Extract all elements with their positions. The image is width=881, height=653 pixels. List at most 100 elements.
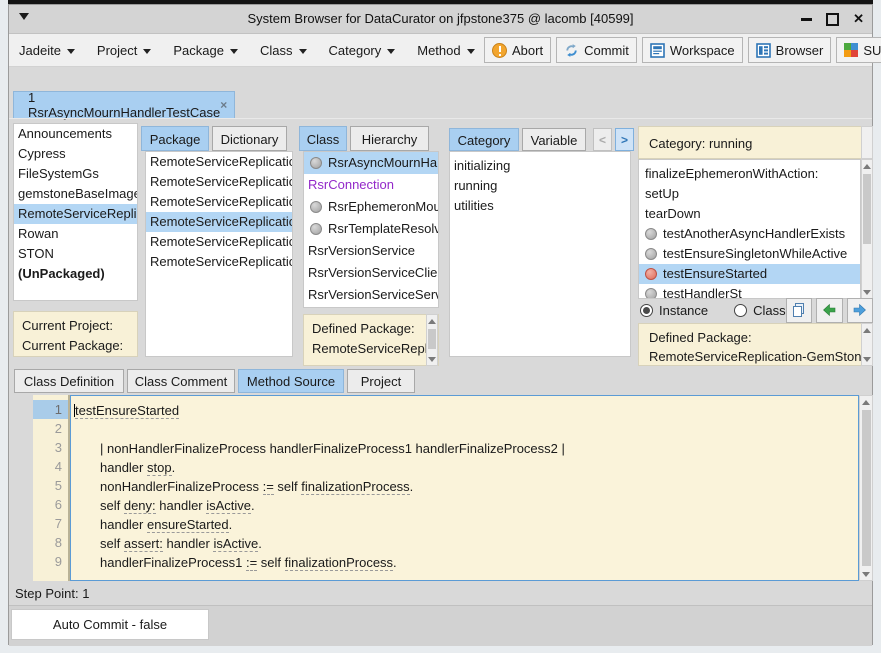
browser-button[interactable]: Browser [748,37,832,63]
header-scrollbar[interactable] [861,126,873,159]
tab-pager-left[interactable]: < [593,128,612,151]
tab-class[interactable]: Class [299,126,347,151]
tab-close-icon[interactable]: × [220,98,237,112]
classes-list[interactable]: RsrAsyncMournHandlerTestCaseRsrConnectio… [303,151,439,308]
tab-class-definition[interactable]: Class Definition [14,369,124,393]
menu-category[interactable]: Category [329,43,396,58]
method-info-scrollbar[interactable] [861,323,873,366]
class-item[interactable]: RsrEphemeronMournHandler [304,196,438,218]
projects-list[interactable]: AnnouncementsCypressFileSystemGsgemstone… [13,123,138,301]
gutter-line-number: 7 [33,514,68,533]
project-item[interactable]: STON [14,244,137,264]
commit-button[interactable]: Commit [556,37,637,63]
navigate-back-button[interactable] [816,298,842,323]
titlebar[interactable]: System Browser for DataCurator on jfpsto… [9,5,872,34]
code-token: | nonHandlerFinalizeProcess handlerFinal… [100,441,565,456]
tab-project[interactable]: Project [347,369,415,393]
commit-label: Commit [584,43,629,58]
methods-scrollbar[interactable] [861,159,873,299]
project-item[interactable]: Announcements [14,124,137,144]
editor-scrollbar[interactable] [859,395,873,581]
code-line: handler stop. [74,458,858,477]
menu-jadeite[interactable]: Jadeite [19,43,75,58]
method-item[interactable]: testAnotherAsyncHandlerExists [639,224,860,244]
tab-package[interactable]: Package [141,126,209,151]
scroll-up-icon[interactable] [862,324,872,336]
scroll-down-icon[interactable] [862,353,872,365]
window-title: System Browser for DataCurator on jfpsto… [9,5,872,33]
method-item[interactable]: setUp [639,184,860,204]
tab-class-comment[interactable]: Class Comment [127,369,235,393]
menu-project[interactable]: Project [97,43,151,58]
method-item[interactable]: testEnsureSingletonWhileActive [639,244,860,264]
scroll-up-icon[interactable] [860,396,872,408]
caret-down-icon [387,49,395,54]
class-item[interactable]: RsrVersionService [304,240,438,262]
code-token: handler [100,517,147,532]
package-item[interactable]: RemoteServiceReplication [146,212,292,232]
package-item[interactable]: RemoteServiceReplication [146,192,292,212]
class-item[interactable]: RsrConnection [304,174,438,196]
project-info-box: Current Project: Current Package: [13,311,138,357]
category-item[interactable]: utilities [450,196,630,216]
abort-button[interactable]: Abort [484,37,551,63]
class-info-scrollbar[interactable] [426,314,438,366]
scroll-down-icon[interactable] [860,568,872,580]
class-item[interactable]: RsrTemplateResolver [304,218,438,240]
scroll-up-icon[interactable] [427,315,437,327]
categories-list[interactable]: initializingrunningutilities [449,151,631,357]
package-item[interactable]: RemoteServiceReplication [146,252,292,272]
project-item[interactable]: (UnPackaged) [14,264,137,284]
document-tab[interactable]: 1 RsrAsyncMournHandlerTestCase × [13,91,235,118]
project-item[interactable]: Cypress [14,144,137,164]
package-item[interactable]: RemoteServiceReplication [146,172,292,192]
method-item[interactable]: testEnsureStarted [639,264,860,284]
code-token: finalizationProcess [285,555,393,571]
commit-icon [564,43,579,58]
package-item[interactable]: RemoteServiceReplication [146,152,292,172]
project-item[interactable]: Rowan [14,224,137,244]
navigate-forward-button[interactable] [847,298,873,323]
abort-icon [492,43,507,58]
scroll-thumb[interactable] [428,329,436,349]
sunit-browser-button[interactable]: SUnit Browser [836,37,881,63]
method-source-editor[interactable]: testEnsureStarted| nonHandlerFinalizePro… [70,395,859,581]
class-item[interactable]: RsrVersionServiceClient [304,262,438,284]
menu-class[interactable]: Class [260,43,307,58]
project-item[interactable]: FileSystemGs [14,164,137,184]
scroll-thumb[interactable] [862,410,871,566]
package-item[interactable]: RemoteServiceReplication [146,232,292,252]
scroll-thumb[interactable] [863,174,871,244]
class-item[interactable]: RsrAsyncMournHandlerTestCase [304,152,438,174]
tab-method-source[interactable]: Method Source [238,369,344,393]
tab-dictionary[interactable]: Dictionary [212,126,287,151]
class-radio[interactable] [734,304,747,317]
project-item[interactable]: gemstoneBaseImage [14,184,137,204]
tab-variable[interactable]: Variable [522,128,586,151]
packages-list[interactable]: RemoteServiceReplicationRemoteServiceRep… [145,151,293,357]
scroll-down-icon[interactable] [427,353,437,365]
method-item[interactable]: tearDown [639,204,860,224]
tab-pager-right[interactable]: > [615,128,634,151]
instance-radio[interactable] [640,304,653,317]
methods-list[interactable]: finalizeEphemeronWithAction:setUptearDow… [638,159,861,299]
tab-hierarchy[interactable]: Hierarchy [350,126,429,151]
tab-category[interactable]: Category [449,128,519,151]
method-item[interactable]: finalizeEphemeronWithAction: [639,164,860,184]
auto-commit-button[interactable]: Auto Commit - false [11,609,209,640]
code-token: ensureStarted [147,517,229,533]
minimize-button[interactable] [801,18,812,21]
close-button[interactable]: ✕ [853,13,864,25]
scroll-up-icon[interactable] [862,160,872,172]
class-item[interactable]: RsrVersionServiceServer [304,284,438,306]
category-item[interactable]: initializing [450,156,630,176]
class-item-label: RsrEphemeronMournHandler [328,196,438,218]
project-item[interactable]: RemoteServiceReplication [14,204,137,224]
category-item[interactable]: running [450,176,630,196]
maximize-button[interactable] [826,13,839,26]
menu-package[interactable]: Package [173,43,238,58]
workspace-button[interactable]: Workspace [642,37,743,63]
caret-down-icon [299,49,307,54]
copy-method-button[interactable] [786,298,812,323]
menu-method[interactable]: Method [417,43,474,58]
